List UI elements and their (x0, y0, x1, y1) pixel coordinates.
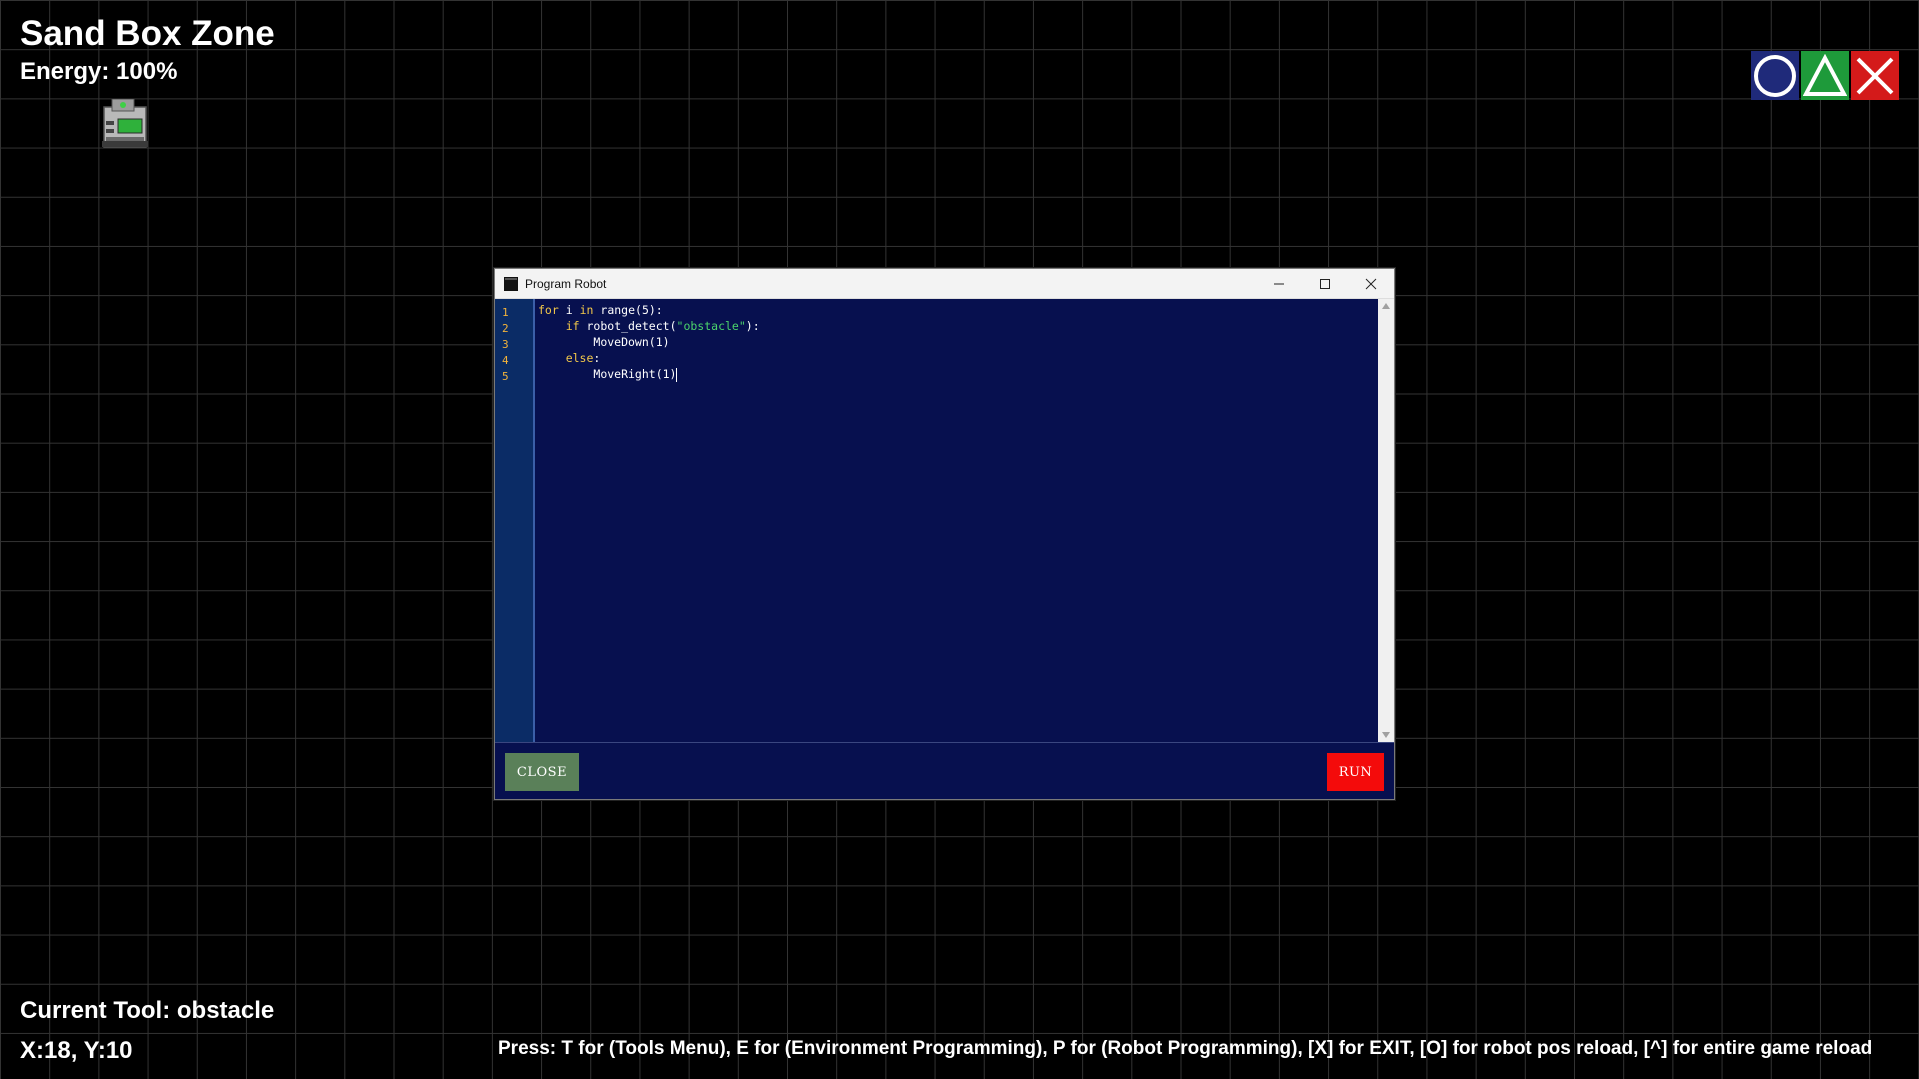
text-cursor (676, 367, 678, 382)
minimize-icon (1274, 283, 1284, 284)
code-line: else: (565, 351, 601, 365)
window-titlebar[interactable]: Program Robot (495, 269, 1394, 299)
close-icon (1365, 278, 1377, 289)
maximize-button[interactable] (1302, 269, 1348, 298)
line-number-gutter: 1 2 3 4 5 (495, 299, 535, 742)
current-tool-label: Current Tool: obstacle (20, 997, 275, 1024)
line-number: 5 (502, 370, 509, 383)
energy-readout: Energy: 100% (20, 58, 178, 85)
window-close-button[interactable] (1348, 269, 1394, 298)
code-line: for i in range(5): (538, 303, 663, 317)
robot-icon[interactable] (102, 99, 148, 149)
zone-title: Sand Box Zone (20, 14, 275, 53)
triangle-button[interactable] (1801, 51, 1849, 100)
line-number: 2 (502, 322, 509, 335)
close-button[interactable]: CLOSE (505, 753, 579, 791)
line-number: 4 (502, 354, 509, 367)
circle-icon (1754, 54, 1796, 97)
run-button[interactable]: RUN (1327, 753, 1384, 791)
scroll-down-arrow-icon[interactable] (1378, 728, 1394, 742)
line-number: 3 (502, 338, 509, 351)
triangle-icon (1803, 53, 1847, 96)
sandbox-grid[interactable]: Sand Box Zone Energy: 100% Program Robot… (0, 0, 1919, 1079)
code-editor: 1 2 3 4 5 for i in range(5): if robot_de… (495, 299, 1394, 743)
code-line: MoveDown(1) (593, 335, 670, 349)
program-robot-window: Program Robot 1 2 3 4 5 for i in range(5… (494, 268, 1395, 800)
window-title: Program Robot (525, 276, 607, 291)
code-line: MoveRight(1) (593, 367, 678, 382)
x-icon (1856, 57, 1894, 94)
line-number: 1 (502, 306, 509, 319)
code-text-area[interactable]: for i in range(5): if robot_detect("obst… (535, 299, 1378, 742)
code-line: if robot_detect("obstacle"): (565, 319, 760, 333)
control-buttons (1751, 51, 1899, 100)
circle-button[interactable] (1751, 51, 1799, 100)
minimize-button[interactable] (1256, 269, 1302, 298)
keyboard-help-text: Press: T for (Tools Menu), E for (Enviro… (498, 1038, 1873, 1059)
cursor-coordinates: X:18, Y:10 (20, 1037, 133, 1064)
vertical-scrollbar[interactable] (1378, 299, 1394, 742)
scroll-up-arrow-icon[interactable] (1378, 299, 1394, 313)
exit-button[interactable] (1851, 51, 1899, 100)
maximize-icon (1320, 278, 1330, 289)
terminal-icon (504, 276, 518, 291)
window-footer: CLOSE RUN (495, 743, 1394, 799)
